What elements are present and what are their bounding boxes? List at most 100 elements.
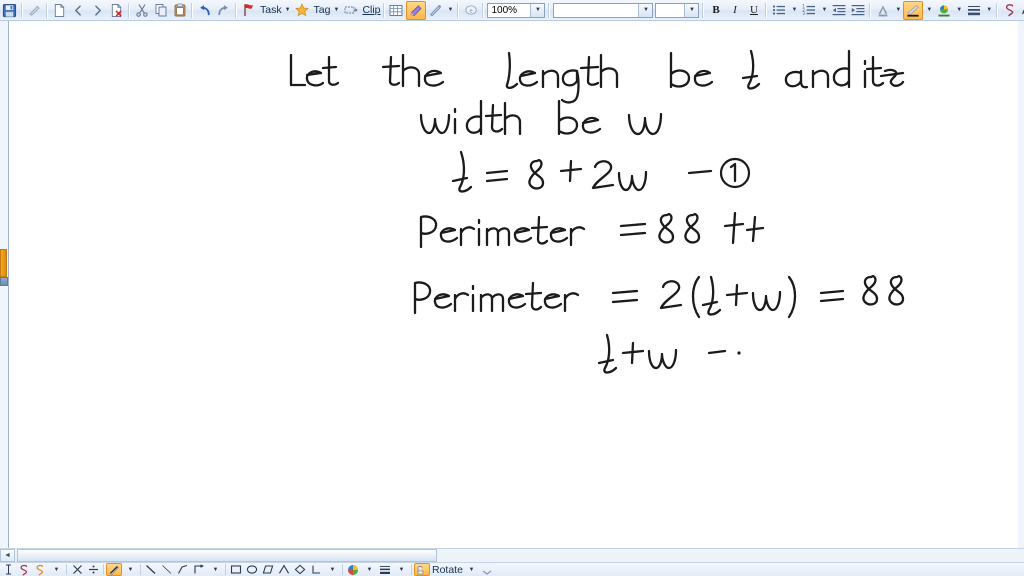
shape-color-button[interactable]	[345, 563, 361, 576]
horizontal-scroll-track[interactable]	[437, 549, 1024, 562]
right-angle-tool-button[interactable]	[308, 563, 324, 576]
line-tool-button[interactable]	[143, 563, 159, 576]
zoom-level-combo[interactable]: 100% ▼	[487, 2, 546, 18]
font-family-dropdown-arrow[interactable]: ▼	[638, 3, 653, 17]
cut-button[interactable]	[132, 1, 151, 20]
thin-line-tool-button[interactable]	[159, 563, 175, 576]
toolbar-separator	[21, 2, 23, 18]
line-tool-dropdown[interactable]: ▼	[207, 563, 223, 576]
line-weight-button[interactable]	[964, 1, 983, 20]
parallelogram-tool-button[interactable]	[260, 563, 276, 576]
ink-layer	[9, 21, 1019, 548]
insert-tag-label: Tag	[313, 4, 331, 16]
zoom-dropdown-arrow[interactable]: ▼	[530, 3, 545, 17]
ink-line-5	[413, 274, 905, 319]
bold-button[interactable]: B	[706, 1, 725, 20]
font-family-combo[interactable]: ▼	[553, 2, 654, 18]
toolbar-separator	[46, 2, 48, 18]
previous-page-button[interactable]	[69, 1, 88, 20]
pen-dropdown[interactable]: ▼	[445, 1, 456, 20]
bottom-toolbar-overflow-button[interactable]	[479, 563, 495, 576]
shape-tool-dropdown[interactable]: ▼	[324, 563, 340, 576]
bottom-toolbar: ▼ ▼ ▼ ▼ ▼ ▼ Rotate ▼	[0, 562, 1024, 576]
text-color-button[interactable]	[873, 1, 892, 20]
vertical-scroll-nub[interactable]	[0, 277, 8, 286]
scroll-left-arrow[interactable]: ◄	[0, 549, 15, 562]
lasso-tool-button[interactable]	[16, 563, 32, 576]
text-cursor-button[interactable]	[0, 563, 16, 576]
diamond-tool-button[interactable]	[292, 563, 308, 576]
lasso-select-button[interactable]	[1000, 1, 1019, 20]
insert-task-label: Task	[260, 4, 282, 16]
shape-color-dropdown[interactable]: ▼	[361, 563, 377, 576]
toolbar-separator	[996, 2, 999, 18]
insert-tag-button[interactable]	[293, 1, 312, 20]
ellipse-tool-button[interactable]	[244, 563, 260, 576]
paste-button[interactable]	[170, 1, 189, 20]
fill-color-dropdown[interactable]: ▼	[953, 1, 964, 20]
bulleted-list-dropdown[interactable]: ▼	[788, 1, 799, 20]
bottom-toolbar-separator	[342, 564, 343, 575]
toolbar-separator	[235, 2, 237, 18]
insert-task-button[interactable]	[239, 1, 258, 20]
elbow-connector-button[interactable]	[191, 563, 207, 576]
insert-tag-dropdown[interactable]: ▼	[330, 1, 341, 20]
ink-line-6	[597, 333, 741, 374]
triangle-tool-button[interactable]	[276, 563, 292, 576]
numbered-list-dropdown[interactable]: ▼	[818, 1, 829, 20]
rotate-button[interactable]	[414, 563, 430, 576]
font-size-dropdown-arrow[interactable]: ▼	[684, 3, 699, 17]
shape-weight-button[interactable]	[377, 563, 393, 576]
insert-table-button[interactable]	[387, 1, 406, 20]
note-page[interactable]	[8, 21, 1018, 548]
horizontal-scroll-thumb[interactable]	[17, 549, 437, 562]
shape-weight-dropdown[interactable]: ▼	[393, 563, 409, 576]
canvas-area	[0, 21, 1024, 548]
horizontal-scrollbar[interactable]: ◄	[0, 548, 1024, 562]
redo-button[interactable]	[214, 1, 233, 20]
delete-shape-button[interactable]	[69, 563, 85, 576]
toolbar-separator	[548, 2, 551, 18]
pen-button[interactable]	[426, 1, 445, 20]
align-shape-button[interactable]	[85, 563, 101, 576]
numbered-list-button[interactable]: 1 2 3	[799, 1, 818, 20]
bulleted-list-button[interactable]	[769, 1, 788, 20]
bottom-toolbar-separator	[66, 564, 67, 575]
ink-line-4	[419, 211, 765, 249]
ink-line-3	[451, 150, 751, 193]
polyline-tool-button[interactable]	[175, 563, 191, 576]
next-page-button[interactable]	[88, 1, 107, 20]
journal-window: Task ▼ Tag ▼ Clip ▼ e 100% ▼ ▼ ▼ B I U ▼…	[0, 0, 1024, 576]
font-size-combo[interactable]: ▼	[655, 2, 700, 18]
text-color-dropdown[interactable]: ▼	[892, 1, 903, 20]
eraser-button[interactable]: e	[461, 1, 480, 20]
italic-button[interactable]: I	[725, 1, 744, 20]
save-button[interactable]	[0, 1, 19, 20]
decrease-indent-button[interactable]	[829, 1, 848, 20]
highlighter-button[interactable]	[405, 0, 426, 20]
ink-color-dropdown[interactable]: ▼	[923, 1, 934, 20]
copy-button[interactable]	[151, 1, 170, 20]
line-weight-dropdown[interactable]: ▼	[983, 1, 994, 20]
pen-tool-dropdown[interactable]: ▼	[122, 563, 138, 576]
toolbar-separator	[702, 2, 705, 18]
selection-tool-button[interactable]	[32, 563, 48, 576]
rotate-dropdown[interactable]: ▼	[463, 563, 479, 576]
rectangle-tool-button[interactable]	[228, 563, 244, 576]
convert-to-text-button[interactable]: I	[1019, 1, 1024, 20]
toolbar-separator	[457, 2, 460, 18]
undo-button[interactable]	[195, 1, 214, 20]
insert-task-dropdown[interactable]: ▼	[282, 1, 293, 20]
underline-button[interactable]: U	[744, 1, 763, 20]
fill-color-button[interactable]	[934, 1, 953, 20]
zoom-level-value: 100%	[491, 4, 518, 16]
selection-tool-dropdown[interactable]: ▼	[48, 563, 64, 576]
insert-clip-button[interactable]	[341, 1, 360, 20]
pen-tool-button[interactable]	[106, 563, 122, 576]
increase-indent-button[interactable]	[848, 1, 867, 20]
delete-page-button[interactable]	[107, 1, 126, 20]
new-note-button[interactable]	[50, 1, 69, 20]
vertical-scroll-marker[interactable]	[0, 249, 7, 277]
stylus-button[interactable]	[25, 1, 44, 20]
ink-color-button[interactable]	[903, 0, 924, 20]
